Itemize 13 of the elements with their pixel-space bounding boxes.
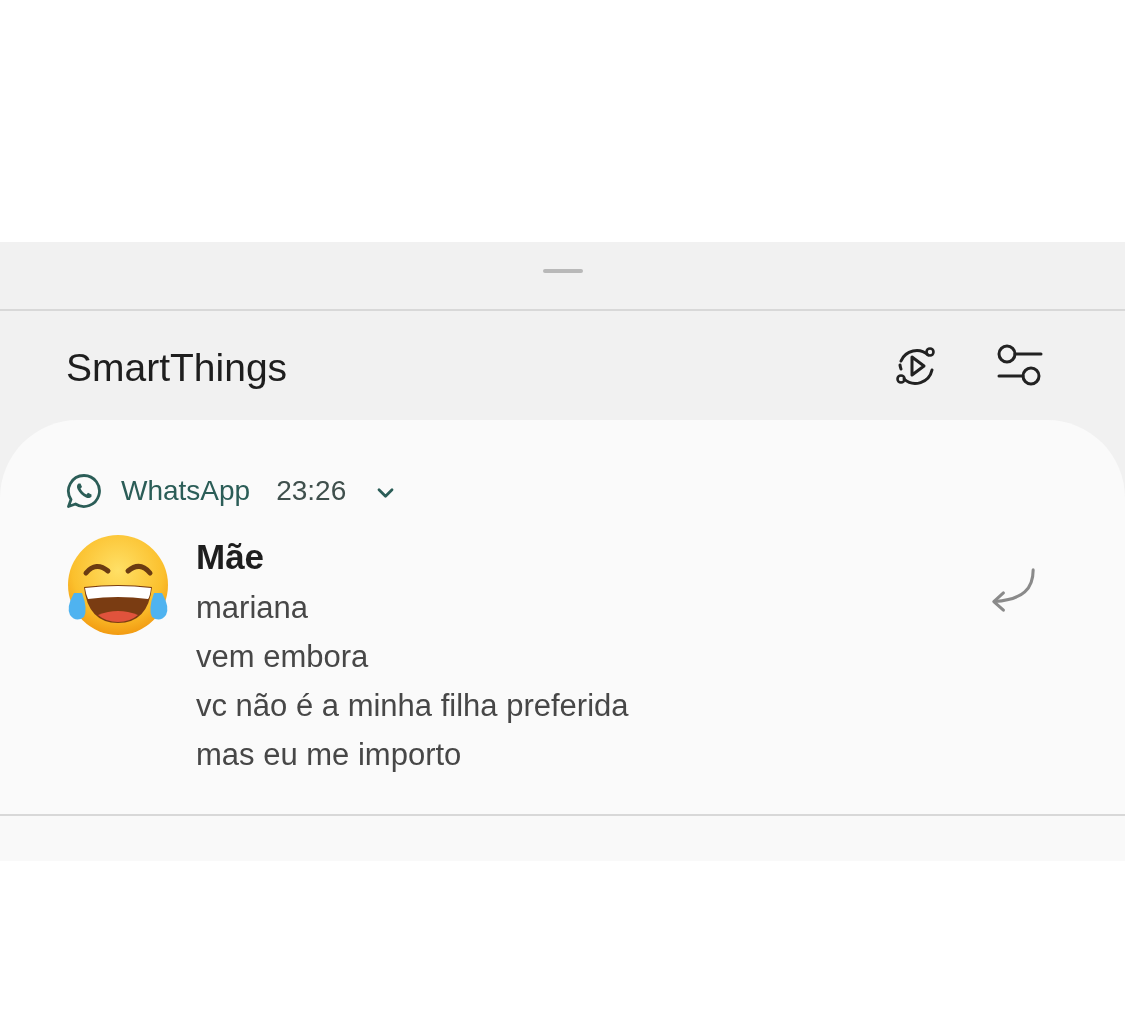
message-text: mas eu me importo [196, 736, 462, 774]
app-name: WhatsApp [121, 475, 251, 507]
message-text: vc não é a minha filha preferida [196, 687, 629, 725]
sender-name: Mãe [196, 536, 265, 578]
drag-handle[interactable] [542, 269, 583, 273]
reply-arrow-icon[interactable] [989, 567, 1037, 615]
notification-card[interactable]: WhatsApp 23:26 Mãe mariana vem embora vc não é a minha filha preferida mas eu me importo [0, 420, 1125, 814]
message-text: vem embora [196, 638, 369, 676]
chevron-icon[interactable] [376, 486, 396, 500]
panel-title: SmartThings [66, 345, 288, 390]
notification-time: 23:26 [276, 475, 347, 507]
message-text: mariana [196, 589, 308, 627]
chat-bubble-phone-icon [66, 473, 102, 509]
